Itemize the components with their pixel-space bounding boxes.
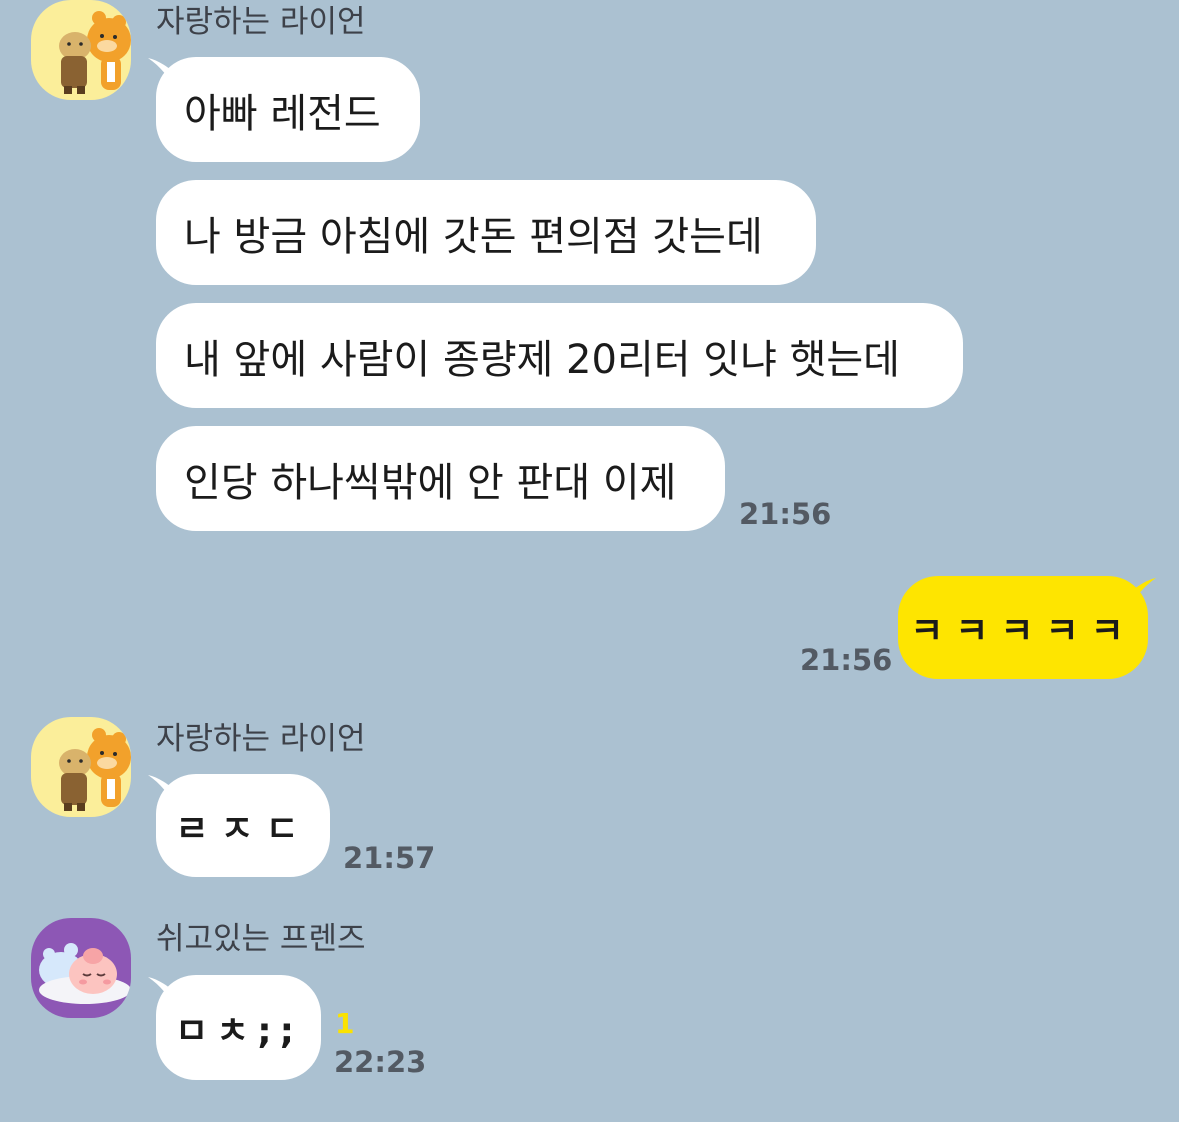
message-text: ㄹㅈㄷ <box>175 808 311 850</box>
message-timestamp: 21:56 <box>739 497 832 531</box>
message-bubble[interactable]: 내 앞에 사람이 종량제 20리터 잇냐 햇는데 <box>156 303 963 408</box>
avatar-ryan[interactable] <box>31 0 131 100</box>
message-bubble[interactable]: ㄹㅈㄷ <box>156 774 330 877</box>
message-timestamp: 22:23 <box>334 1045 427 1079</box>
message-bubble[interactable]: 아빠 레전드 <box>156 57 420 162</box>
ryan-holding-choonsik-icon <box>31 0 131 100</box>
message-timestamp: 21:57 <box>343 841 436 875</box>
avatar-ryan[interactable] <box>31 717 131 817</box>
unread-count-badge: 1 <box>335 1007 355 1040</box>
sender-name: 자랑하는 라이언 <box>156 4 366 40</box>
message-text: ㅁㅊ;; <box>174 1010 303 1052</box>
message-timestamp: 21:56 <box>800 643 893 677</box>
message-bubble[interactable]: ㅁㅊ;; <box>156 975 321 1080</box>
message-bubble[interactable]: 인당 하나씩밖에 안 판대 이제 <box>156 426 725 531</box>
message-text: 내 앞에 사람이 종량제 20리터 잇냐 햇는데 <box>184 336 900 383</box>
message-text: 나 방금 아침에 갓돈 편의점 갓는데 <box>184 213 763 260</box>
bubble-tail <box>1126 578 1156 614</box>
sleeping-apeach-icon <box>31 918 131 1018</box>
message-text: ㅋㅋㅋㅋㅋ <box>910 610 1136 652</box>
sender-name: 자랑하는 라이언 <box>156 721 366 757</box>
avatar-friends[interactable] <box>31 918 131 1018</box>
message-text: 아빠 레전드 <box>184 90 381 137</box>
my-message-bubble[interactable]: ㅋㅋㅋㅋㅋ <box>898 576 1148 679</box>
sender-name: 쉬고있는 프렌즈 <box>156 921 366 957</box>
message-bubble[interactable]: 나 방금 아침에 갓돈 편의점 갓는데 <box>156 180 816 285</box>
ryan-holding-choonsik-icon <box>31 717 131 817</box>
message-text: 인당 하나씩밖에 안 판대 이제 <box>184 459 677 506</box>
